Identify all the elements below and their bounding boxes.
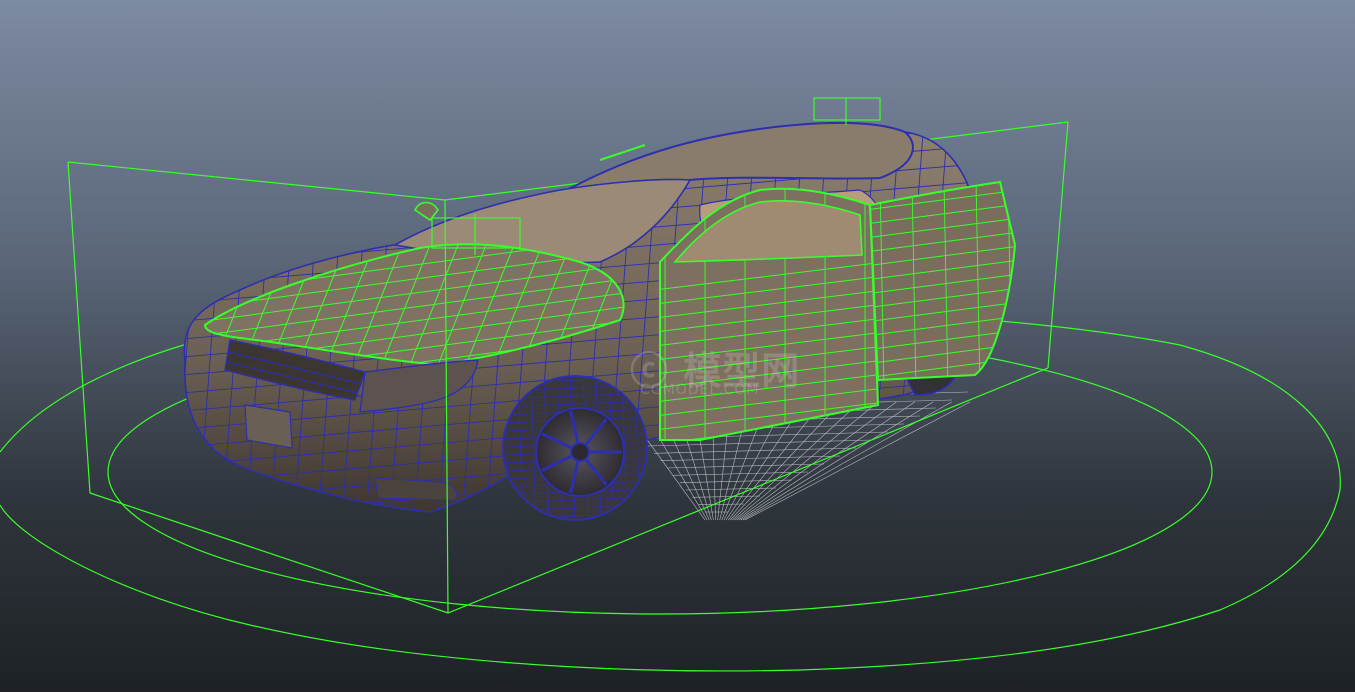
side-mirror-left bbox=[413, 201, 439, 222]
car-model[interactable] bbox=[150, 90, 1020, 538]
perspective-viewport[interactable]: ⓒ 模型网 CGMODEL.COM bbox=[0, 0, 1355, 692]
wheel-hub bbox=[570, 442, 590, 462]
rear-door-open[interactable] bbox=[868, 180, 1017, 382]
roof-pivot-box[interactable] bbox=[813, 97, 881, 121]
scene-canvas[interactable] bbox=[0, 0, 1355, 692]
